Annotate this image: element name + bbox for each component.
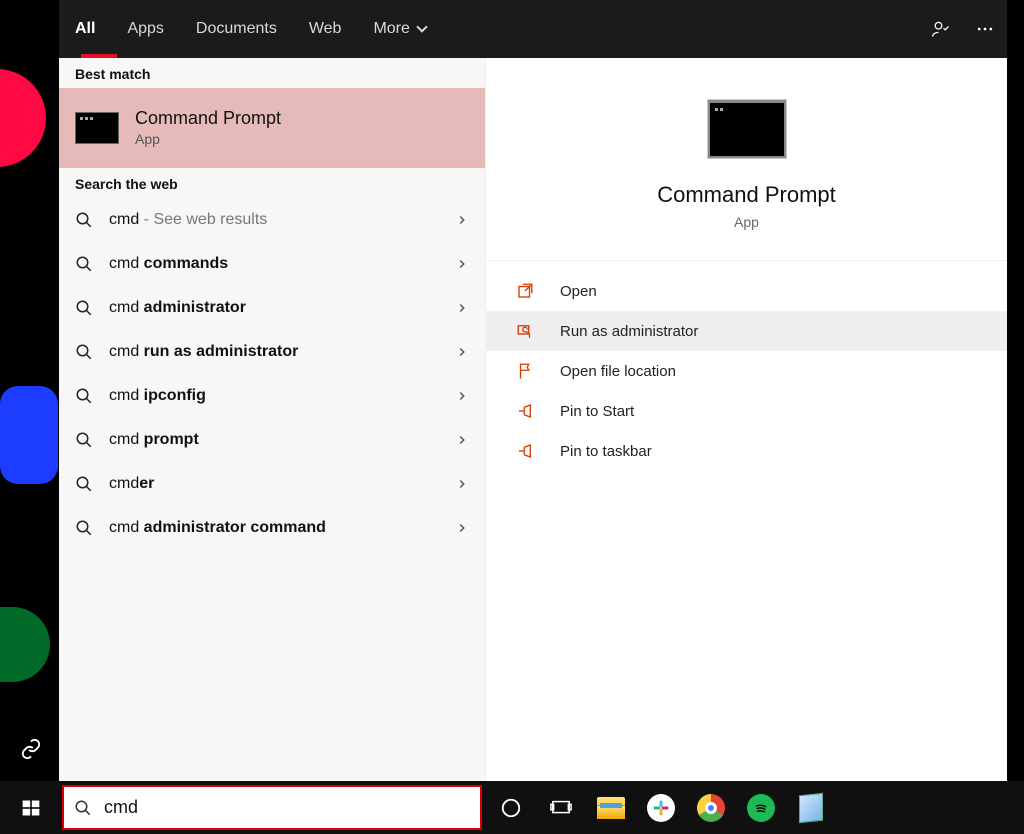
options-button[interactable] — [963, 0, 1007, 58]
wallpaper-shape — [0, 69, 46, 167]
link-icon — [20, 738, 42, 760]
taskbar-notepad[interactable] — [786, 781, 836, 834]
action-label: Open file location — [560, 363, 676, 380]
search-icon — [75, 211, 95, 229]
action-label: Open — [560, 283, 597, 300]
command-prompt-icon — [75, 112, 119, 144]
chevron-right-icon — [455, 521, 469, 535]
chevron-right-icon — [455, 389, 469, 403]
action-run-as-administrator[interactable]: Run as administrator — [486, 311, 1007, 351]
action-label: Pin to taskbar — [560, 443, 652, 460]
search-icon — [75, 475, 95, 493]
search-icon — [75, 431, 95, 449]
preview-actions: Open Run as administrator Open file locati… — [486, 261, 1007, 481]
preview-pane: Command Prompt App Open Run as administra… — [486, 58, 1007, 781]
section-best-match: Best match — [59, 58, 485, 88]
tab-all[interactable]: All — [59, 0, 111, 58]
admin-icon — [516, 322, 544, 340]
best-match-title: Command Prompt — [135, 108, 281, 129]
taskbar-task-view[interactable] — [536, 781, 586, 834]
action-label: Run as administrator — [560, 323, 698, 340]
taskbar-search[interactable] — [62, 785, 482, 830]
wallpaper-shape — [0, 607, 50, 682]
chevron-right-icon — [455, 433, 469, 447]
best-match-subtitle: App — [135, 131, 281, 147]
search-icon — [75, 387, 95, 405]
web-suggestion[interactable]: cmd - See web results — [59, 198, 485, 242]
suggestion-label: cmder — [109, 475, 455, 493]
taskbar-cortana[interactable] — [486, 781, 536, 834]
tab-more[interactable]: More — [357, 0, 441, 58]
search-icon — [75, 299, 95, 317]
web-suggestion[interactable]: cmd administrator — [59, 286, 485, 330]
search-panel: All Apps Documents Web More Best match C… — [59, 0, 1007, 781]
suggestion-label: cmd - See web results — [109, 211, 455, 229]
command-prompt-icon — [708, 100, 786, 158]
tab-apps[interactable]: Apps — [111, 0, 179, 58]
action-open[interactable]: Open — [486, 271, 1007, 311]
suggestion-label: cmd run as administrator — [109, 343, 455, 361]
suggestion-label: cmd commands — [109, 255, 455, 273]
pin-icon — [516, 402, 544, 420]
web-suggestions: cmd - See web results cmd commands cmd adm… — [59, 198, 485, 550]
search-tabs: All Apps Documents Web More — [59, 0, 1007, 58]
action-open-file-location[interactable]: Open file location — [486, 351, 1007, 391]
chevron-right-icon — [455, 345, 469, 359]
suggestion-label: cmd prompt — [109, 431, 455, 449]
tab-documents[interactable]: Documents — [180, 0, 293, 58]
feedback-button[interactable] — [919, 0, 963, 58]
search-icon — [74, 799, 92, 817]
taskbar-slack[interactable] — [636, 781, 686, 834]
suggestion-label: cmd administrator command — [109, 519, 455, 537]
action-pin-to-start[interactable]: Pin to Start — [486, 391, 1007, 431]
chevron-right-icon — [455, 301, 469, 315]
suggestion-label: cmd administrator — [109, 299, 455, 317]
search-icon — [75, 255, 95, 273]
chevron-right-icon — [455, 477, 469, 491]
search-icon — [75, 519, 95, 537]
web-suggestion[interactable]: cmd administrator command — [59, 506, 485, 550]
suggestion-label: cmd ipconfig — [109, 387, 455, 405]
taskbar — [0, 781, 1024, 834]
section-search-web: Search the web — [59, 168, 485, 198]
taskbar-spotify[interactable] — [736, 781, 786, 834]
best-match-result[interactable]: Command Prompt App — [59, 88, 485, 168]
taskbar-chrome[interactable] — [686, 781, 736, 834]
pin-icon — [516, 442, 544, 460]
preview-title: Command Prompt — [657, 182, 836, 208]
search-icon — [75, 343, 95, 361]
chevron-right-icon — [455, 257, 469, 271]
web-suggestion[interactable]: cmd run as administrator — [59, 330, 485, 374]
tab-web[interactable]: Web — [293, 0, 358, 58]
taskbar-file-explorer[interactable] — [586, 781, 636, 834]
chevron-down-icon — [416, 21, 427, 32]
location-icon — [516, 362, 544, 380]
results-list: Best match Command Prompt App Search the… — [59, 58, 486, 781]
wallpaper-shape — [0, 386, 58, 484]
action-pin-to-taskbar[interactable]: Pin to taskbar — [486, 431, 1007, 471]
tab-more-label: More — [373, 20, 409, 38]
action-label: Pin to Start — [560, 403, 634, 420]
open-icon — [516, 282, 544, 300]
start-button[interactable] — [0, 781, 62, 834]
web-suggestion[interactable]: cmd ipconfig — [59, 374, 485, 418]
chevron-right-icon — [455, 213, 469, 227]
search-input[interactable] — [104, 797, 470, 818]
preview-subtitle: App — [734, 214, 759, 230]
web-suggestion[interactable]: cmd prompt — [59, 418, 485, 462]
web-suggestion[interactable]: cmder — [59, 462, 485, 506]
web-suggestion[interactable]: cmd commands — [59, 242, 485, 286]
